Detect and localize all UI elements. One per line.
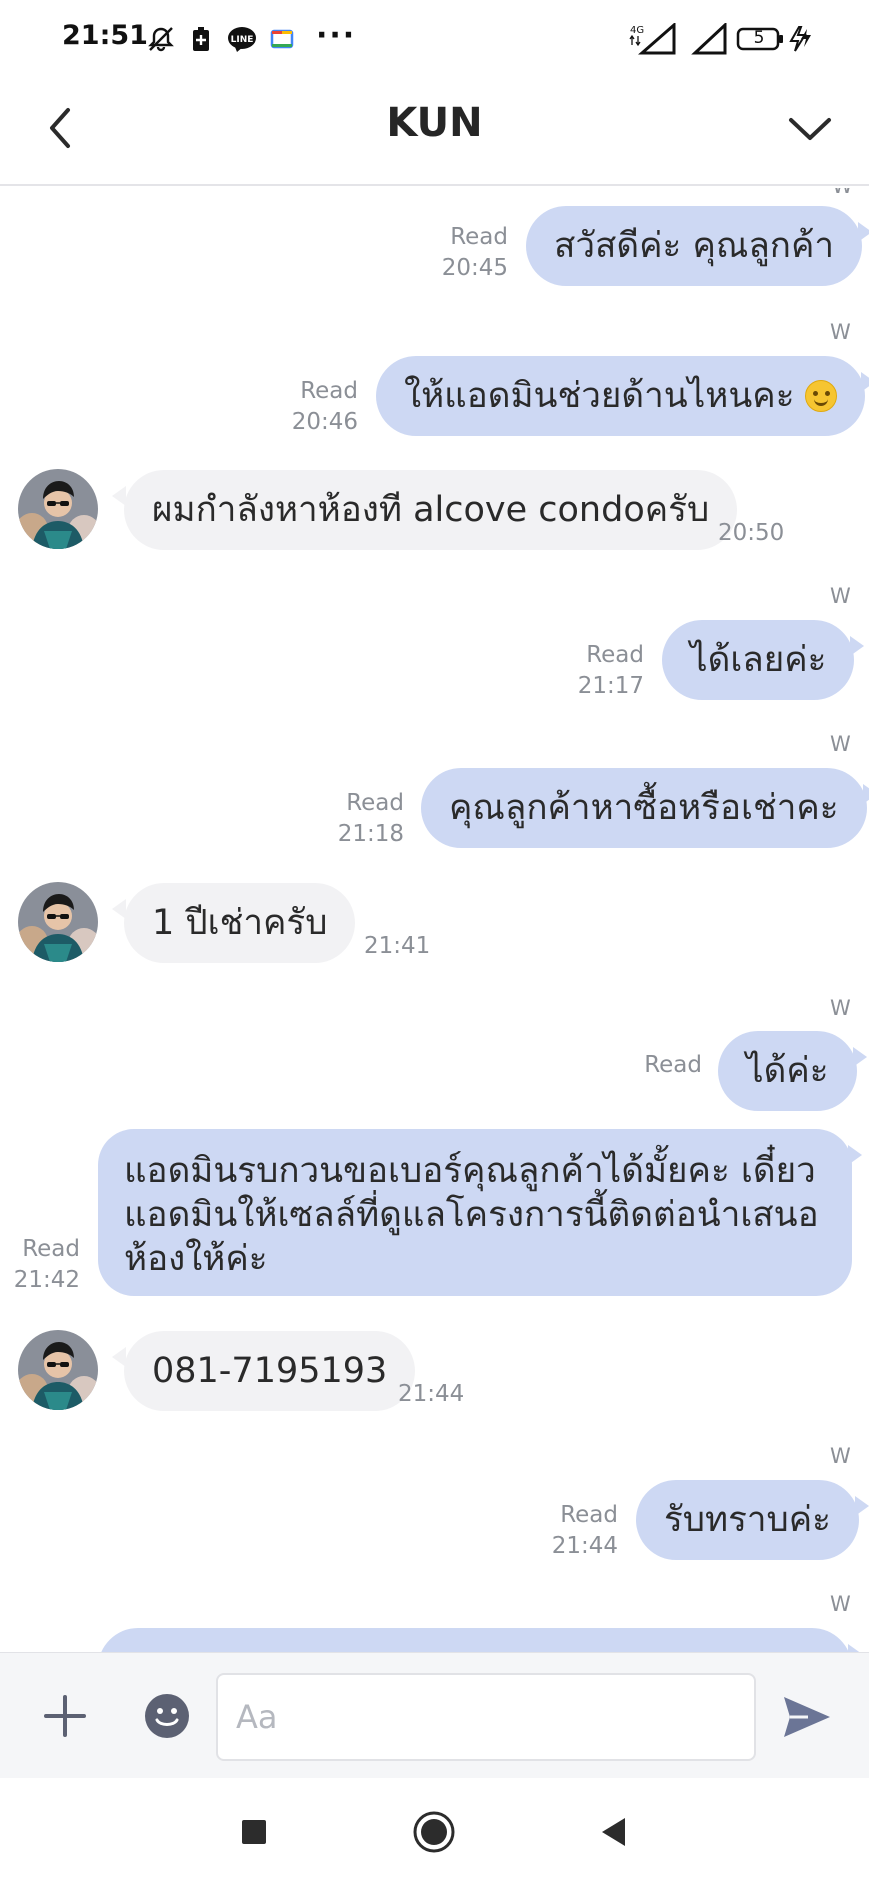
message-time: 21:41 (364, 933, 431, 959)
read-receipt: Read (450, 224, 508, 250)
charging-icon (786, 24, 816, 54)
chat-menu-button[interactable] (785, 100, 835, 160)
message-text: คุณลูกค้าหาซื้อหรือเช่าคะ (449, 788, 839, 828)
battery-saver-icon (190, 24, 212, 54)
sender-label: W (830, 732, 851, 756)
message-text: ได้เลยค่ะ (690, 640, 827, 680)
send-icon (784, 1697, 830, 1737)
read-receipt: Read (300, 378, 358, 404)
circle-icon (413, 1811, 455, 1853)
message-bubble[interactable]: สวัสดีค่ะ คุณลูกค้า (526, 206, 869, 286)
emoji-button[interactable] (144, 1693, 190, 1739)
avatar[interactable] (18, 882, 98, 962)
status-time: 21:51 (62, 20, 148, 51)
home-button[interactable] (410, 1808, 458, 1856)
smile-emoji-icon (804, 380, 837, 412)
message-meta: Read 20:46 (270, 376, 358, 438)
read-receipt: Read (346, 790, 404, 816)
message-time: 20:46 (291, 409, 358, 435)
recents-button[interactable] (230, 1808, 278, 1856)
battery-level: 5 (753, 28, 765, 48)
attach-button[interactable] (38, 1689, 92, 1743)
message-bubble[interactable]: 1 ปีเช่าครับ (111, 883, 356, 963)
message-text: แอดมินรบกวนขอเบอร์คุณลูกค้าได้มั้ยคะ เดี… (124, 1151, 819, 1279)
svg-text:4G: 4G (630, 25, 644, 36)
message-text: ได้ค่ะ (746, 1051, 829, 1091)
message-bubble[interactable]: 081-7195193 (111, 1331, 416, 1411)
message-bubble[interactable]: ให้แอดมินช่วยด้านไหนคะ (376, 356, 869, 436)
message-bubble[interactable]: ได้ค่ะ (718, 1031, 867, 1111)
message-bubble[interactable]: แอดมินรบกวนขอเบอร์คุณลูกค้าได้มั้ยคะ เดี… (98, 1129, 862, 1296)
message-bubble[interactable]: รับทราบค่ะ (636, 1480, 869, 1560)
message-time: 21:17 (577, 673, 644, 699)
avatar[interactable] (18, 469, 98, 549)
message-input[interactable] (216, 1673, 756, 1761)
message-text: สวัสดีค่ะ คุณลูกค้า (554, 226, 835, 266)
sender-label: W (830, 996, 851, 1020)
message-meta: Read 21:44 (530, 1500, 618, 1562)
message-text: 081-7195193 (152, 1351, 388, 1391)
message-time: 21:18 (337, 821, 404, 847)
message-text: รับทราบค่ะ (664, 1500, 831, 1540)
read-receipt: Read (22, 1236, 80, 1262)
read-receipt: Read (644, 1052, 702, 1078)
message-meta: Read (614, 1050, 702, 1081)
line-app-icon: LINE (226, 24, 258, 54)
chat-header: KUN (0, 78, 869, 186)
message-list[interactable]: W Read 20:45 สวัสดีค่ะ คุณลูกค้า W Read … (0, 188, 869, 1652)
signal-icon (690, 23, 730, 55)
emoji-icon (145, 1694, 189, 1738)
sender-label: W (830, 584, 851, 608)
send-button[interactable] (778, 1689, 834, 1745)
calendar-icon (268, 24, 296, 54)
sender-label: W (830, 320, 851, 344)
plus-icon (44, 1695, 86, 1737)
sender-label: W (832, 188, 853, 198)
message-text: ให้แอดมินช่วยด้านไหนคะ (404, 376, 795, 416)
composer-bar (0, 1652, 869, 1778)
message-bubble[interactable]: ได้เลยค่ะ (662, 620, 865, 700)
message-text: ผมกำลังหาห้องที alcove condoครับ (152, 490, 710, 530)
message-time: 21:42 (13, 1267, 80, 1293)
sender-label: W (830, 1444, 851, 1468)
triangle-back-icon (602, 1818, 625, 1846)
more-dots-icon: ··· (316, 18, 357, 53)
chat-title: KUN (386, 100, 483, 146)
message-bubble[interactable]: ผมกำลังหาห้องที alcove condoครับ (111, 470, 738, 550)
read-receipt: Read (586, 642, 644, 668)
read-receipt: Read (560, 1502, 618, 1528)
square-icon (242, 1820, 266, 1844)
message-bubble[interactable] (98, 1628, 862, 1652)
system-nav-bar (0, 1778, 869, 1883)
message-meta: Read 21:17 (556, 640, 644, 702)
message-text: 1 ปีเช่าครับ (152, 903, 328, 943)
svg-text:LINE: LINE (231, 35, 254, 45)
message-meta: Read 21:18 (316, 788, 404, 850)
bell-off-icon (146, 24, 176, 54)
message-meta: Read 21:42 (8, 1234, 80, 1296)
message-time: 21:44 (398, 1381, 465, 1407)
message-time: 20:50 (718, 520, 785, 546)
chevron-down-icon (789, 118, 831, 140)
status-bar: 21:51 LINE ··· 4G 5 (0, 0, 869, 78)
avatar[interactable] (18, 1330, 98, 1410)
message-meta: Read 20:45 (420, 222, 508, 284)
sender-label: W (830, 1592, 851, 1616)
signal-4g-icon: 4G (624, 23, 682, 55)
message-time: 20:45 (441, 255, 508, 281)
system-back-button[interactable] (590, 1808, 638, 1856)
message-time: 21:44 (551, 1533, 618, 1559)
message-bubble[interactable]: คุณลูกค้าหาซื้อหรือเช่าคะ (421, 768, 869, 848)
